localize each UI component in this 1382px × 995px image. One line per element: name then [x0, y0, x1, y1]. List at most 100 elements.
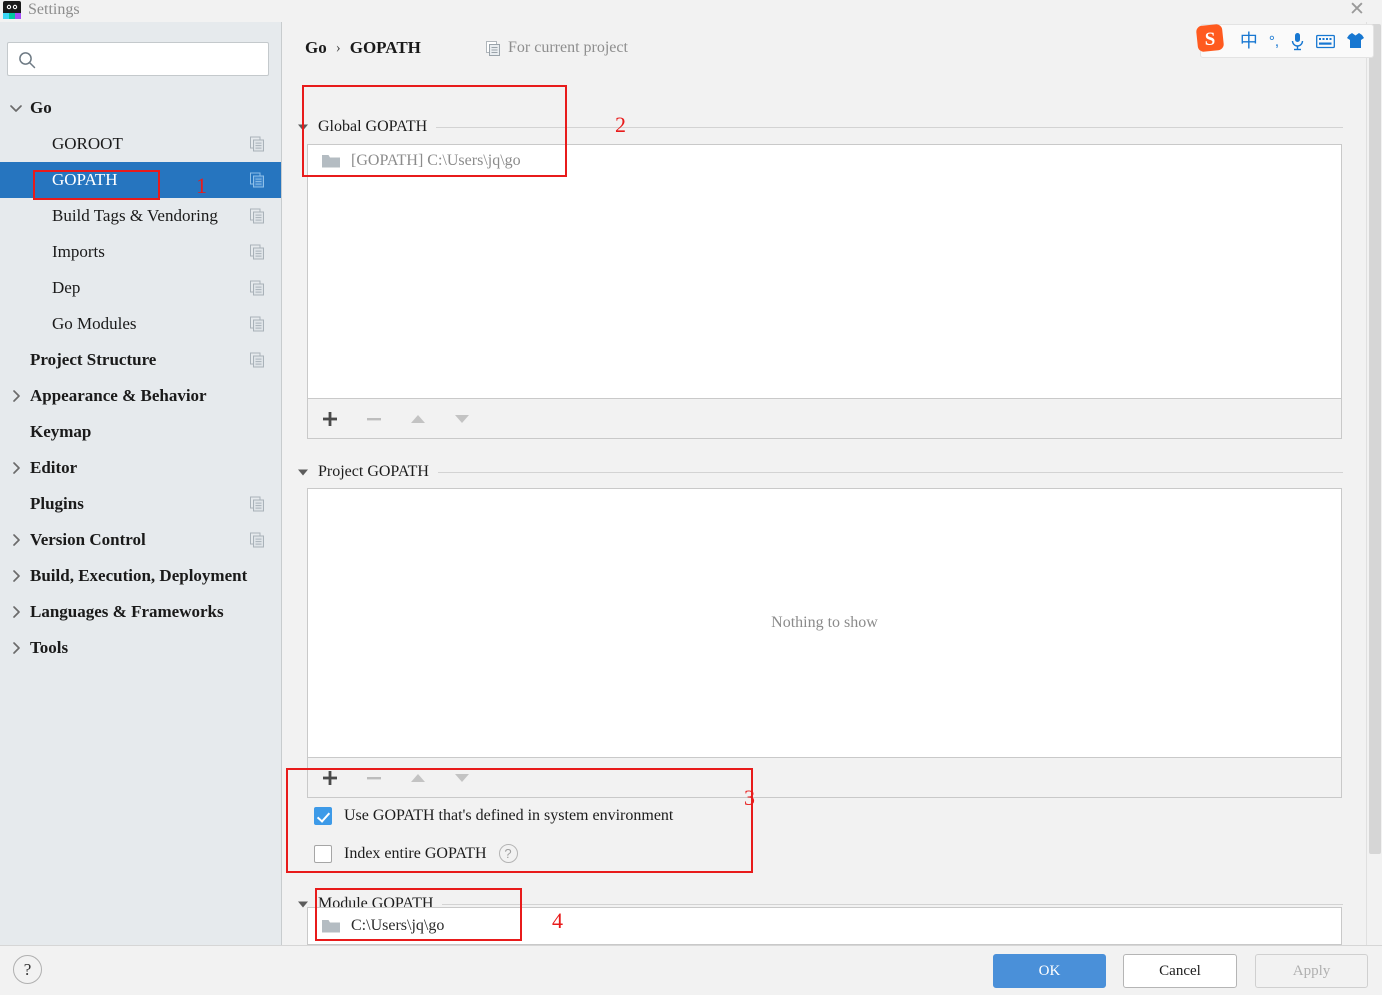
for-current-project-label: For current project: [508, 39, 628, 56]
chevron-right-icon[interactable]: [8, 640, 24, 656]
index-entire-gopath-checkbox[interactable]: [314, 844, 332, 863]
soft-keyboard-icon[interactable]: [1316, 34, 1335, 49]
settings-sidebar: Go GOROOT GOPATH Build Tags & Vendoring Impo…: [0, 22, 282, 945]
dialog-footer: ? OK Cancel Apply: [0, 945, 1382, 995]
search-input[interactable]: [44, 43, 264, 75]
plus-icon: [323, 770, 337, 785]
move-up-button[interactable]: [396, 399, 440, 438]
search-icon: [19, 52, 36, 69]
divider-rule: [437, 471, 1343, 473]
triangle-down-icon[interactable]: [297, 466, 309, 478]
chinese-mode-icon[interactable]: 中: [1240, 32, 1258, 50]
breadcrumb-root[interactable]: Go: [305, 38, 327, 58]
sidebar-item-label: Go Modules: [52, 314, 137, 333]
list-item-label: [GOPATH] C:\Users\jq\go: [351, 151, 521, 169]
chevron-right-icon[interactable]: [8, 568, 24, 584]
sidebar-item-tools[interactable]: Tools: [0, 630, 281, 666]
global-gopath-title: Global GOPATH: [318, 118, 428, 135]
sidebar-item-go[interactable]: Go: [0, 90, 281, 126]
close-icon[interactable]: ✕: [1342, 0, 1372, 22]
arrow-down-icon: [455, 773, 469, 782]
remove-button[interactable]: [352, 758, 396, 797]
chevron-right-icon[interactable]: [8, 388, 24, 404]
sidebar-item-goroot[interactable]: GOROOT: [0, 126, 281, 162]
copy-settings-icon[interactable]: [250, 244, 265, 260]
move-down-button[interactable]: [440, 758, 484, 797]
global-gopath-list[interactable]: [GOPATH] C:\Users\jq\go: [307, 144, 1342, 399]
use-system-gopath-row[interactable]: Use GOPATH that's defined in system envi…: [314, 807, 673, 825]
minus-icon: [367, 776, 381, 779]
copy-settings-icon[interactable]: [250, 136, 265, 152]
title-bar: Settings ✕: [0, 0, 1382, 22]
sidebar-item-label: GOROOT: [52, 134, 123, 153]
chevron-right-icon[interactable]: [8, 604, 24, 620]
scrollbar-thumb[interactable]: [1369, 24, 1381, 854]
copy-settings-icon: [486, 40, 500, 56]
list-item-label: C:\Users\jq\go: [351, 917, 445, 934]
search-box[interactable]: [7, 42, 269, 76]
arrow-down-icon: [455, 414, 469, 423]
breadcrumb-leaf: GOPATH: [349, 38, 421, 57]
project-gopath-header[interactable]: Project GOPATH: [297, 462, 1343, 482]
add-button[interactable]: [308, 399, 352, 438]
sidebar-item-plugins[interactable]: Plugins: [0, 486, 281, 522]
sidebar-item-project-structure[interactable]: Project Structure: [0, 342, 281, 378]
copy-settings-icon[interactable]: [250, 208, 265, 224]
project-gopath-list[interactable]: Nothing to show: [307, 488, 1342, 758]
sidebar-item-build-tags-vendoring[interactable]: Build Tags & Vendoring: [0, 198, 281, 234]
sidebar-item-label: Languages & Frameworks: [30, 602, 224, 621]
use-system-gopath-checkbox[interactable]: [314, 807, 332, 825]
sidebar-item-languages-frameworks[interactable]: Languages & Frameworks: [0, 594, 281, 630]
sidebar-item-keymap[interactable]: Keymap: [0, 414, 281, 450]
content-scrollbar[interactable]: [1366, 22, 1382, 945]
skin-icon[interactable]: [1346, 32, 1365, 50]
divider-rule: [442, 903, 1343, 905]
settings-dialog: Settings ✕ Go GOROOT GOPATH Build Tags & Ve…: [0, 0, 1382, 995]
for-current-project[interactable]: For current project: [486, 35, 628, 61]
empty-message: Nothing to show: [771, 614, 878, 631]
sidebar-item-gopath[interactable]: GOPATH: [0, 162, 281, 198]
copy-settings-icon[interactable]: [250, 316, 265, 332]
chevron-down-icon[interactable]: [8, 100, 24, 116]
list-item[interactable]: C:\Users\jq\go: [308, 908, 1341, 944]
sidebar-item-label: Imports: [52, 242, 105, 261]
ok-button[interactable]: OK: [993, 954, 1106, 988]
copy-settings-icon[interactable]: [250, 352, 265, 368]
sidebar-item-go-modules[interactable]: Go Modules: [0, 306, 281, 342]
chevron-right-icon[interactable]: [8, 532, 24, 548]
sidebar-item-label: Plugins: [30, 494, 84, 513]
punctuation-mode-icon[interactable]: °,: [1269, 34, 1279, 49]
help-button[interactable]: ?: [13, 955, 42, 984]
chevron-right-icon[interactable]: [8, 460, 24, 476]
move-up-button[interactable]: [396, 758, 440, 797]
goland-app-icon: [3, 1, 21, 19]
copy-settings-icon[interactable]: [250, 280, 265, 296]
settings-content: Go › GOPATH For current project Global G…: [283, 22, 1382, 945]
copy-settings-icon[interactable]: [250, 172, 265, 188]
cancel-button[interactable]: Cancel: [1123, 954, 1237, 988]
apply-button[interactable]: Apply: [1255, 954, 1368, 988]
sogou-logo-icon[interactable]: S: [1195, 23, 1229, 53]
voice-input-icon[interactable]: [1290, 32, 1305, 51]
remove-button[interactable]: [352, 399, 396, 438]
help-icon[interactable]: ?: [498, 844, 518, 863]
sidebar-item-label: Project Structure: [30, 350, 157, 369]
sidebar-item-editor[interactable]: Editor: [0, 450, 281, 486]
sidebar-item-version-control[interactable]: Version Control: [0, 522, 281, 558]
index-entire-gopath-row[interactable]: Index entire GOPATH ?: [314, 844, 518, 863]
add-button[interactable]: [308, 758, 352, 797]
sidebar-item-appearance-behavior[interactable]: Appearance & Behavior: [0, 378, 281, 414]
plus-icon: [323, 411, 337, 426]
move-down-button[interactable]: [440, 399, 484, 438]
global-gopath-header[interactable]: Global GOPATH: [297, 117, 1343, 137]
sidebar-item-dep[interactable]: Dep: [0, 270, 281, 306]
copy-settings-icon[interactable]: [250, 532, 265, 548]
list-item[interactable]: [GOPATH] C:\Users\jq\go: [308, 145, 1341, 176]
copy-settings-icon[interactable]: [250, 496, 265, 512]
sidebar-item-build-execution-deployment[interactable]: Build, Execution, Deployment: [0, 558, 281, 594]
folder-icon: [322, 154, 340, 167]
breadcrumb: Go › GOPATH: [305, 35, 421, 61]
triangle-down-icon[interactable]: [297, 121, 309, 133]
module-gopath-list[interactable]: C:\Users\jq\go: [307, 907, 1342, 945]
sidebar-item-imports[interactable]: Imports: [0, 234, 281, 270]
